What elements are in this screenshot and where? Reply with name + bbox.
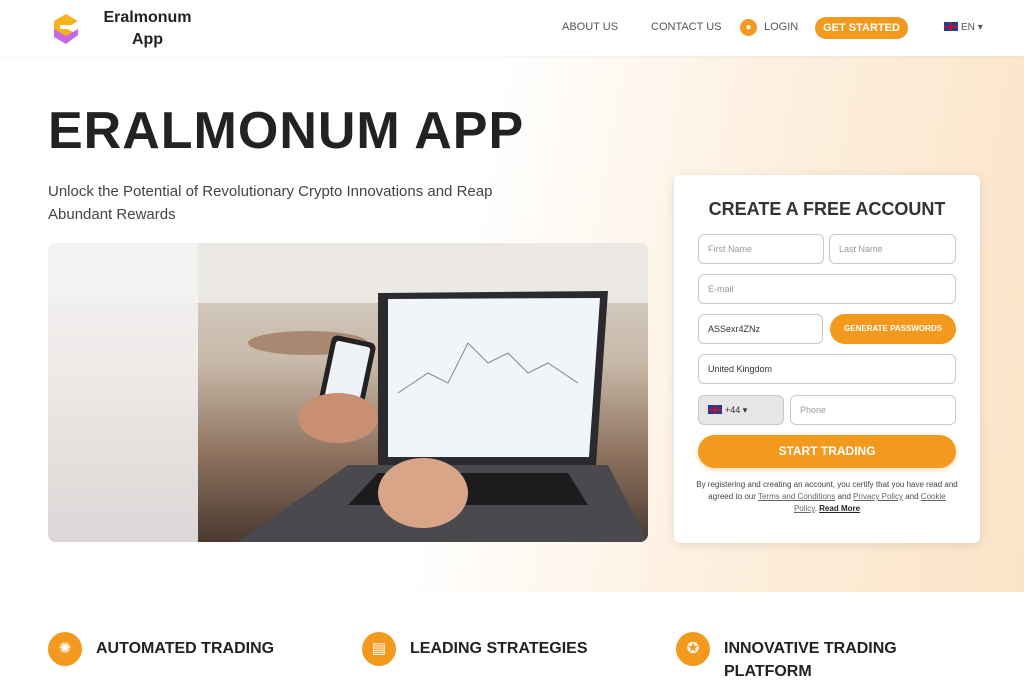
privacy-link[interactable]: Privacy Policy xyxy=(853,492,903,501)
separator: . xyxy=(814,504,817,513)
read-more-link[interactable]: Read More xyxy=(819,504,860,513)
language-label: EN xyxy=(961,22,975,33)
country-select[interactable]: United Kingdom xyxy=(698,354,956,384)
header: Eralmonum App ABOUT US CONTACT US ● LOGI… xyxy=(0,0,1024,56)
user-icon[interactable]: ● xyxy=(740,19,757,36)
language-selector[interactable]: EN ▾ xyxy=(944,22,983,33)
terms-link[interactable]: Terms and Conditions xyxy=(758,492,835,501)
start-trading-button[interactable]: START TRADING xyxy=(698,435,956,468)
feature-title: LEADING STRATEGIES xyxy=(410,640,588,657)
uk-flag-icon xyxy=(944,22,958,31)
brand-name[interactable]: Eralmonum App xyxy=(100,7,195,51)
logo-icon[interactable] xyxy=(52,13,80,45)
get-started-button[interactable]: GET STARTED xyxy=(815,17,908,39)
signup-form: CREATE A FREE ACCOUNT First Name Last Na… xyxy=(674,175,980,543)
and-text: and xyxy=(905,492,919,501)
phone-input[interactable]: Phone xyxy=(790,395,956,425)
chart-icon: ▤ xyxy=(362,632,396,666)
last-name-input[interactable]: Last Name xyxy=(829,234,956,264)
form-title: CREATE A FREE ACCOUNT xyxy=(708,199,946,219)
page-title: ERALMONUM APP xyxy=(48,102,525,160)
email-input[interactable]: E-mail xyxy=(698,274,956,304)
uk-flag-icon xyxy=(708,405,722,414)
hero-subtitle: Unlock the Potential of Revolutionary Cr… xyxy=(48,183,493,223)
and-text: and xyxy=(837,492,851,501)
phone-code: +44 xyxy=(725,405,741,415)
feature-title: AUTOMATED TRADING xyxy=(96,640,275,657)
hero-image xyxy=(48,243,648,542)
award-icon: ✪ xyxy=(676,632,710,666)
first-name-input[interactable]: First Name xyxy=(698,234,824,264)
nav-contact-us[interactable]: CONTACT US xyxy=(651,21,722,33)
phone-code-select[interactable]: +44 ▾ xyxy=(698,395,784,425)
generate-password-button[interactable]: GENERATE PASSWORDS xyxy=(830,314,956,344)
caret-down-icon: ▾ xyxy=(742,405,748,415)
nav-about-us[interactable]: ABOUT US xyxy=(562,21,618,33)
caret-down-icon: ▾ xyxy=(977,22,983,33)
legal-text: By registering and creating an account, … xyxy=(696,479,958,515)
password-input[interactable]: ASSexr4ZNz xyxy=(698,314,823,344)
login-link[interactable]: LOGIN xyxy=(764,21,798,33)
feature-title: INNOVATIVE TRADING PLATFORM xyxy=(724,640,897,680)
gear-icon: ✺ xyxy=(48,632,82,666)
